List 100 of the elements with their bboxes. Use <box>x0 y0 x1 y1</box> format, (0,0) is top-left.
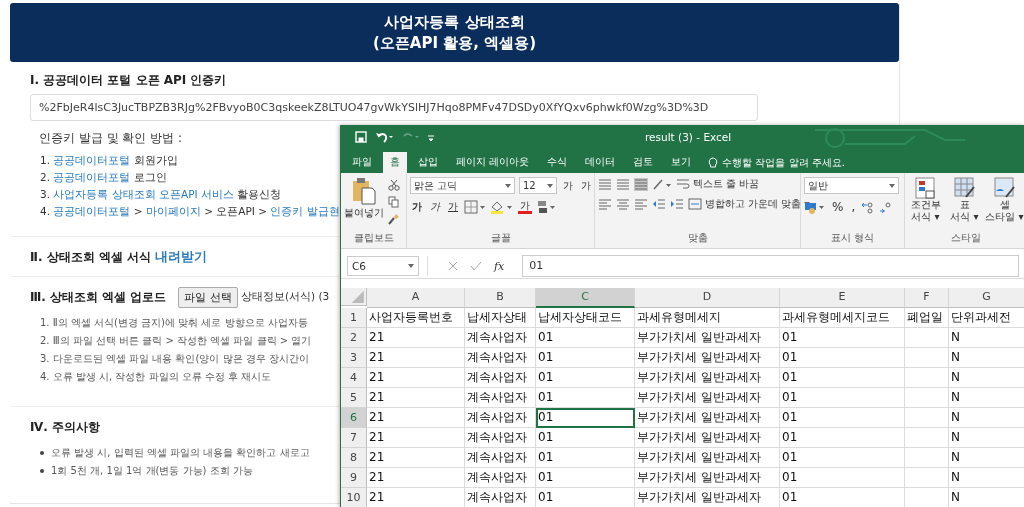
row-header[interactable]: 1 <box>341 308 367 328</box>
ribbon-tab[interactable]: 삽입 <box>411 152 445 173</box>
empty-cell <box>905 368 949 388</box>
column-header[interactable]: C <box>536 288 635 308</box>
currency-icon[interactable] <box>804 200 826 214</box>
table-cell: 01 <box>536 488 635 507</box>
link[interactable]: 인증키 발급현 <box>270 205 340 217</box>
borders-icon[interactable] <box>464 200 486 214</box>
file-name: 상태정보(서식) (3 <box>240 290 330 304</box>
align-left-icon[interactable] <box>598 197 612 211</box>
phonetic-icon[interactable] <box>536 200 556 214</box>
row-header[interactable]: 8 <box>341 448 367 468</box>
active-cell[interactable]: 01 <box>536 408 635 428</box>
wrap-text-button[interactable]: 텍스트 줄 바꿈 <box>676 177 760 191</box>
scissors-icon[interactable] <box>388 179 400 191</box>
insert-function-button[interactable]: fx <box>494 259 505 273</box>
empty-cell <box>905 408 949 428</box>
column-header[interactable]: E <box>780 288 905 308</box>
font-size-field[interactable]: 12 <box>519 177 557 194</box>
font-style-button[interactable]: 가 <box>428 200 442 214</box>
ribbon-tab[interactable]: 보기 <box>664 152 699 173</box>
row-header[interactable]: 5 <box>341 388 367 408</box>
list-item: 1회 5천 개, 1일 1억 개(변동 가능) 조회 가능 <box>51 464 253 478</box>
font-name-field[interactable]: 맑은 고딕 <box>410 177 515 194</box>
table-cell: 납세자상태 <box>465 308 536 328</box>
link[interactable]: 공공데이터포털 <box>53 205 131 217</box>
name-box[interactable]: C6 <box>347 256 419 276</box>
save-icon[interactable] <box>355 130 367 143</box>
merge-icon <box>688 198 702 210</box>
font-color-button[interactable]: 가 <box>518 200 532 214</box>
orientation-icon[interactable] <box>652 177 672 191</box>
undo-icon[interactable] <box>375 130 393 143</box>
list-item: 2. 공공데이터포털 로그인 <box>40 170 167 185</box>
cancel-icon[interactable] <box>448 261 458 271</box>
increase-indent-icon[interactable] <box>670 197 684 211</box>
enter-icon[interactable] <box>470 261 482 271</box>
decrease-indent-icon[interactable] <box>652 197 666 211</box>
copy-icon[interactable] <box>388 196 400 208</box>
empty-cell <box>905 348 949 368</box>
link[interactable]: 사업자등록 상태조회 오픈API 서비스 <box>53 188 234 200</box>
style-gallery-button[interactable]: 표 서식 ▾ <box>947 177 982 231</box>
row-header[interactable]: 9 <box>341 468 367 488</box>
merge-center-button[interactable]: 병합하고 가운데 맞춤 <box>688 197 811 211</box>
decrease-decimal-icon[interactable] <box>879 200 894 214</box>
comma-button[interactable]: , <box>849 200 858 214</box>
ribbon-tab[interactable]: 데이터 <box>578 152 623 173</box>
select-all-icon[interactable] <box>341 288 367 306</box>
table-cell: N <box>949 488 1024 507</box>
link[interactable]: 마이페이지 <box>145 205 201 217</box>
align-center-icon[interactable] <box>616 197 630 211</box>
clipboard-icon <box>352 177 376 205</box>
download-link[interactable]: 내려받기 <box>155 248 207 266</box>
row-header[interactable]: 6 <box>341 408 367 428</box>
group-label: 클립보드 <box>352 231 395 245</box>
align-middle-icon[interactable] <box>616 177 630 191</box>
table-cell: 과세유형메세지 <box>635 308 780 328</box>
column-header[interactable]: D <box>635 288 780 308</box>
font-style-button[interactable]: 가 <box>410 200 424 214</box>
number-format-field[interactable]: 일반 <box>804 177 899 194</box>
row-header[interactable]: 3 <box>341 348 367 368</box>
column-header[interactable]: G <box>949 288 1024 308</box>
table-cell: N <box>949 368 1024 388</box>
table-cell: 과세유형메세지코드 <box>780 308 905 328</box>
formula-field[interactable]: 01 <box>522 255 1019 277</box>
fill-color-icon[interactable] <box>490 200 514 214</box>
tell-me-search[interactable]: 수행할 작업을 알려 주세요. <box>708 152 845 173</box>
ribbon-tab[interactable]: 파일 <box>345 152 379 173</box>
font-style-button[interactable]: 가 <box>446 200 460 214</box>
paste-button[interactable]: 붙여넣기 <box>344 177 384 231</box>
column-header[interactable]: A <box>367 288 465 308</box>
font-size-button[interactable]: 가 <box>579 178 593 193</box>
page-title: 사업자등록 상태조회 <box>384 13 525 31</box>
row-header[interactable]: 4 <box>341 368 367 388</box>
list-item: 1. 공공데이터포털 회원가입 <box>40 153 178 168</box>
table-cell: 01 <box>536 428 635 448</box>
column-header[interactable]: F <box>905 288 949 308</box>
table-cell: 21 <box>367 488 465 507</box>
align-bottom-icon[interactable] <box>634 177 648 191</box>
table-cell: 01 <box>536 368 635 388</box>
style-gallery-button[interactable]: 조건부 서식 ▾ <box>908 177 943 231</box>
ribbon-tab[interactable]: 검토 <box>626 152 661 173</box>
style-gallery-button[interactable]: 셀 스타일 ▾ <box>986 177 1023 231</box>
align-right-icon[interactable] <box>634 197 648 211</box>
increase-decimal-icon[interactable] <box>861 200 876 214</box>
link[interactable]: 공공데이터포털 <box>53 154 131 166</box>
percent-button[interactable]: % <box>830 200 846 214</box>
ribbon-tab[interactable]: 수식 <box>540 152 575 173</box>
key-field[interactable]: %2FbJeR4lsC3JucTBPZB3RJg%2FBvyoB0C3qskeekZ8LTUO47gvWkYSlHJ7Hqo8PMFv47DSDy0XfYQxv6phwkf0Wzg%3D%3D <box>30 94 758 121</box>
column-header[interactable]: B <box>465 288 536 308</box>
ribbon-tab[interactable]: 페이지 레이아웃 <box>449 152 537 173</box>
link[interactable]: 공공데이터포털 <box>53 171 131 183</box>
row-header[interactable]: 10 <box>341 488 367 507</box>
row-header[interactable]: 2 <box>341 328 367 348</box>
ribbon-tab[interactable]: 홈 <box>383 152 407 173</box>
file-select-button[interactable]: 파일 선택 <box>178 286 238 308</box>
align-top-icon[interactable] <box>598 177 612 191</box>
paintbrush-icon[interactable] <box>388 213 400 225</box>
row-header[interactable]: 7 <box>341 428 367 448</box>
font-size-button[interactable]: 가 <box>561 178 575 193</box>
wrap-icon <box>676 178 690 190</box>
